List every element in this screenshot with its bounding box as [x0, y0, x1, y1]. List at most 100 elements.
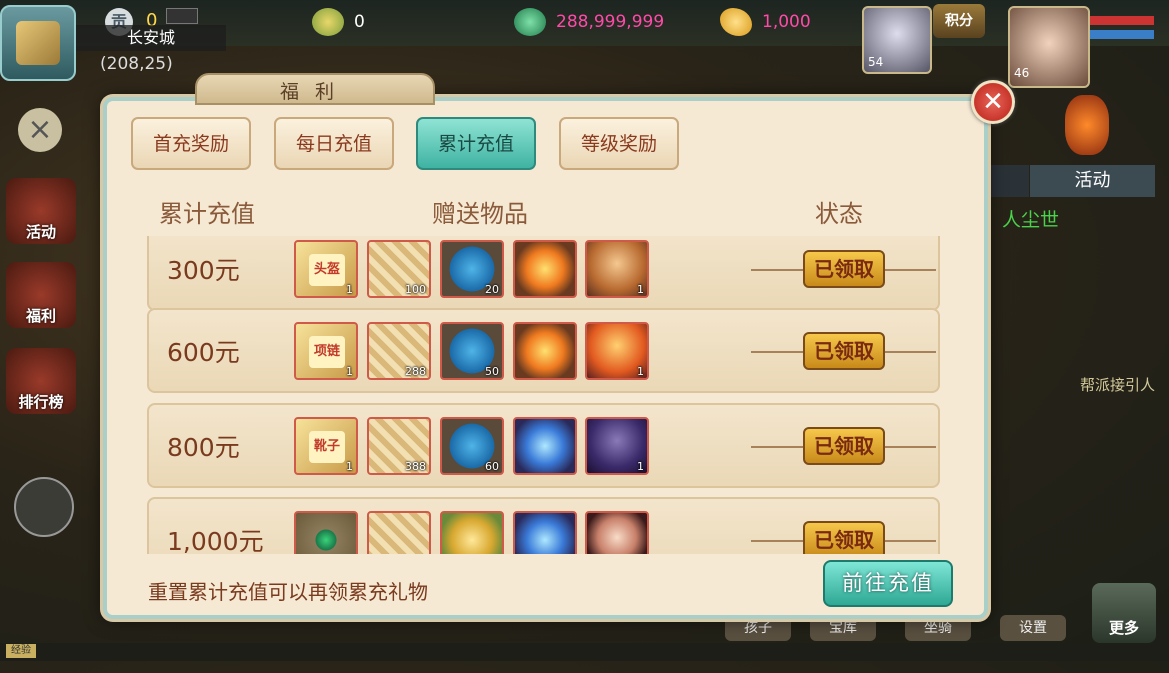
reward-item-icon[interactable]: 头盔 1: [294, 240, 358, 298]
reward-amount: 300元: [167, 256, 240, 285]
column-header-items: 赠送物品: [432, 200, 528, 228]
reward-item-icon[interactable]: 项链 1: [294, 322, 358, 380]
tab-cumulative-recharge[interactable]: 累计充值: [416, 117, 536, 170]
reward-row: 300元 头盔 1 100 20 1 已领取: [147, 236, 940, 311]
column-header-amount: 累计充值: [159, 200, 255, 228]
close-button[interactable]: ✕: [971, 80, 1015, 124]
reward-item-icon[interactable]: [513, 417, 577, 475]
item-count: 388: [405, 460, 426, 473]
item-count: 1: [637, 460, 644, 473]
item-count: 60: [485, 460, 499, 473]
reward-status: 已领取: [751, 236, 936, 313]
item-count: 1: [637, 283, 644, 296]
hero-level: 46: [1014, 66, 1030, 80]
go-recharge-button[interactable]: 前往充值: [823, 560, 953, 607]
lantern-decoration: [1065, 95, 1109, 155]
silver-value: 288,999,999: [556, 12, 665, 32]
reward-item-icon[interactable]: 60: [440, 417, 504, 475]
reward-list[interactable]: 300元 头盔 1 100 20 1 已领取 600元 项链 1 288 50 1 已领取 800元 靴子 1 3…: [147, 236, 942, 554]
reward-item-icon[interactable]: 1: [585, 417, 649, 475]
claimed-badge: 已领取: [803, 427, 885, 465]
reward-item-icon[interactable]: 388: [367, 417, 431, 475]
reward-amount: 1,000元: [167, 527, 264, 554]
exp-bar-label: 经验: [6, 644, 36, 658]
reward-item-icon[interactable]: [513, 322, 577, 380]
claimed-badge: 已领取: [803, 250, 885, 288]
item-count: 20: [485, 283, 499, 296]
item-count: 1: [346, 365, 353, 378]
ingot-value: 0: [354, 12, 365, 32]
reward-item-icon[interactable]: [440, 511, 504, 554]
item-tag: 项链: [309, 336, 345, 368]
dialog-title: 福利: [279, 81, 350, 103]
reward-item-icon[interactable]: [513, 511, 577, 554]
reward-item-icon[interactable]: [513, 240, 577, 298]
npc-guide-label[interactable]: 帮派接引人: [1080, 374, 1155, 395]
exp-bar: [0, 643, 1169, 661]
side-button-label: 福利: [25, 307, 56, 325]
score-button[interactable]: 积分: [933, 4, 985, 38]
tab-task[interactable]: [985, 165, 1029, 197]
tab-daily-recharge[interactable]: 每日充值: [274, 117, 394, 170]
claimed-badge: 已领取: [803, 521, 885, 554]
reward-item-icon[interactable]: 288: [367, 322, 431, 380]
gold-value: 1,000: [762, 12, 811, 32]
side-button-ranking[interactable]: 排行榜: [6, 348, 76, 414]
hp-bar: [1090, 16, 1154, 25]
more-button[interactable]: 更多: [1092, 583, 1156, 643]
mp-bar: [1090, 30, 1154, 39]
reward-row: 600元 项链 1 288 50 1 已领取: [147, 308, 940, 393]
reward-item-icon[interactable]: 100: [367, 240, 431, 298]
reward-item-icon[interactable]: [367, 511, 431, 554]
item-tag: 头盔: [309, 254, 345, 286]
silver-add-icon: [514, 8, 546, 36]
npc-name: 人尘世: [1002, 209, 1060, 231]
reward-item-icon[interactable]: [294, 511, 358, 554]
currency-gold[interactable]: 1,000: [720, 8, 811, 36]
reward-row: 800元 靴子 1 388 60 1 已领取: [147, 403, 940, 488]
item-count: 1: [637, 365, 644, 378]
reward-item-icon[interactable]: 1: [585, 240, 649, 298]
side-button-welfare[interactable]: 福利: [6, 262, 76, 328]
reward-status: 已领取: [751, 405, 936, 490]
item-count: 1: [346, 283, 353, 296]
ingot-add-icon: [312, 8, 344, 36]
reward-item-icon[interactable]: 1: [585, 322, 649, 380]
column-header-status: 状态: [815, 200, 863, 228]
pet-level: 54: [868, 55, 884, 69]
reward-item-icon[interactable]: 靴子 1: [294, 417, 358, 475]
item-count: 288: [405, 365, 426, 378]
minimap-button[interactable]: [0, 5, 76, 81]
gold-flame-icon: [720, 8, 752, 36]
map-scroll-icon: [16, 21, 60, 65]
tab-level-reward[interactable]: 等级奖励: [559, 117, 679, 170]
reward-status: 已领取: [751, 499, 936, 554]
side-button-label: 排行榜: [18, 393, 64, 411]
reward-row: 1,000元 已领取: [147, 497, 940, 554]
currency-silver[interactable]: 288,999,999: [514, 8, 664, 36]
side-button-label: 活动: [25, 223, 56, 241]
item-tag: 靴子: [309, 431, 345, 463]
reward-item-icon[interactable]: 50: [440, 322, 504, 380]
collapse-menu-button[interactable]: ×: [18, 108, 62, 152]
reward-amount: 600元: [167, 338, 240, 367]
tab-activity-label: 活动: [1074, 170, 1111, 191]
dock-button-settings[interactable]: 设置: [1000, 615, 1066, 641]
item-count: 50: [485, 365, 499, 378]
claimed-badge: 已领取: [803, 332, 885, 370]
reward-amount: 800元: [167, 433, 240, 462]
item-count: 100: [405, 283, 426, 296]
chat-bubble-icon[interactable]: [14, 477, 74, 537]
currency-ingot[interactable]: 0: [312, 8, 365, 36]
side-button-activity[interactable]: 活动: [6, 178, 76, 244]
city-name: 长安城: [76, 25, 226, 51]
reward-item-icon[interactable]: [585, 511, 649, 554]
dialog-title-banner: 福利: [195, 73, 435, 105]
item-count: 1: [346, 460, 353, 473]
tab-first-recharge[interactable]: 首充奖励: [131, 117, 251, 170]
reward-item-icon[interactable]: 20: [440, 240, 504, 298]
footer-note: 重置累计充值可以再领累充礼物: [148, 580, 428, 604]
battery-icon: [166, 8, 198, 24]
tab-activity[interactable]: 活动: [985, 165, 1155, 197]
city-coordinates: (208,25): [100, 54, 173, 74]
